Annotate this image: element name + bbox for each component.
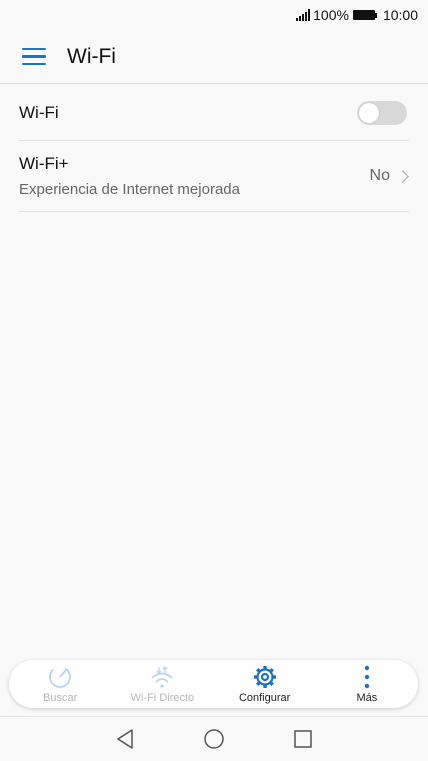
back-icon[interactable] <box>115 728 135 750</box>
wifi-direct-button[interactable]: Wi-Fi Directo <box>114 660 210 708</box>
configure-button[interactable]: Configurar <box>217 660 313 708</box>
wifi-plus-label: Wi-Fi+ <box>19 154 69 173</box>
settings-list: Wi-Fi Wi-Fi+ Experiencia de Internet mej… <box>19 85 409 212</box>
more-button[interactable]: Más <box>319 660 415 708</box>
configure-label: Configurar <box>238 691 291 704</box>
bottom-toolbar: Buscar Wi-Fi Directo Configurar Más <box>9 660 418 708</box>
status-bar: 100% 10:00 <box>0 0 428 30</box>
search-button[interactable]: Buscar <box>12 660 108 708</box>
wifi-row[interactable]: Wi-Fi <box>19 85 409 141</box>
page-title: Wi-Fi <box>67 44 116 68</box>
app-bar: Wi-Fi <box>0 30 428 84</box>
search-label: Buscar <box>43 691 78 704</box>
wifi-toggle[interactable] <box>357 100 407 125</box>
refresh-icon <box>47 665 73 689</box>
recents-icon[interactable] <box>293 729 313 749</box>
battery-icon <box>352 10 377 20</box>
system-nav-bar <box>0 716 428 761</box>
battery-percent: 100% <box>313 7 349 23</box>
more-vertical-icon <box>363 665 371 689</box>
wifi-plus-subtitle: Experiencia de Internet mejorada <box>19 181 240 198</box>
hamburger-icon[interactable] <box>22 47 46 66</box>
clock: 10:00 <box>382 7 418 23</box>
gear-icon <box>252 665 278 689</box>
wifi-plus-row[interactable]: Wi-Fi+ Experiencia de Internet mejorada … <box>19 141 409 212</box>
wifi-label: Wi-Fi <box>19 102 59 122</box>
wifi-plus-value: No <box>369 167 390 184</box>
home-icon[interactable] <box>203 728 225 750</box>
signal-icon <box>296 9 311 21</box>
more-label: Más <box>356 691 378 704</box>
wifi-direct-label: Wi-Fi Directo <box>130 691 195 704</box>
chevron-right-icon <box>396 169 409 183</box>
wifi-direct-icon <box>149 665 175 689</box>
